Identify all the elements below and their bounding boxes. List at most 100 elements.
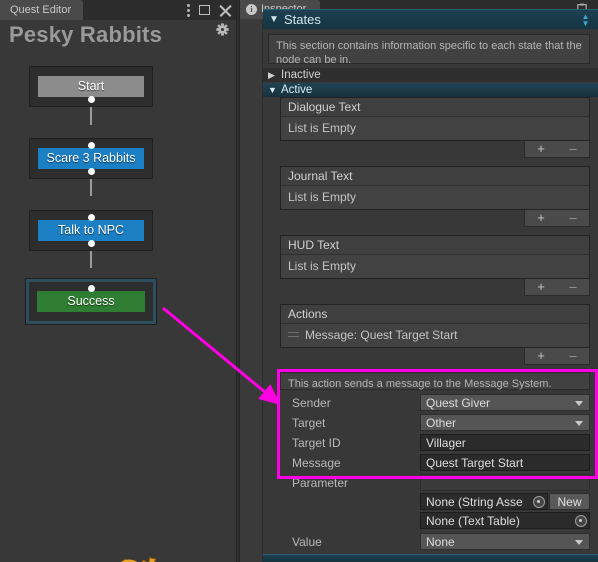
field-row-value: Value None [263,532,598,552]
value-label: Value [292,535,322,549]
gear-icon[interactable] [216,23,229,36]
target-id-value: Villager [426,436,466,450]
window-controls [187,0,232,20]
list-header: Journal Text [281,167,589,186]
add-button[interactable]: + [525,279,557,295]
list-header: HUD Text [281,236,589,255]
string-asset-value: None (String Asse [426,495,523,509]
parameter-input[interactable] [420,474,590,491]
value-value: None [426,535,455,549]
object-picker-icon[interactable] [533,496,545,508]
remove-button[interactable]: – [557,141,589,157]
graph-node-success[interactable]: Success [26,279,156,324]
list-dialogue-text[interactable]: Dialogue Text List is Empty [280,97,590,141]
quest-editor-panel: Quest Editor Pesky Rabbits Start Scare 3… [0,0,236,562]
actions-list-buttons: + – [524,348,590,365]
graph-node-scare-3-rabbits[interactable]: Scare 3 Rabbits [29,138,153,179]
kebab-menu-icon[interactable] [187,3,190,17]
list-item: List is Empty [281,186,589,209]
field-row-target: Target Other [263,413,598,433]
foldout-inactive[interactable]: ▶ Inactive [263,68,598,82]
list-hud-text[interactable]: HUD Text List is Empty [280,235,590,279]
target-label: Target [292,416,326,430]
add-button[interactable]: + [525,210,557,226]
states-section-header[interactable]: ▼ States ▲ ▼ [263,9,598,29]
value-dropdown[interactable]: None [420,533,590,550]
target-id-label: Target ID [292,436,341,450]
message-label: Message [292,456,341,470]
quest-editor-tabbar: Quest Editor [0,0,236,20]
node-port-out[interactable] [87,96,95,103]
list-actions[interactable]: Actions Message: Quest Target Start [280,304,590,348]
message-input[interactable]: Quest Target Start [420,454,590,471]
field-row-sender: Sender Quest Giver [263,393,598,413]
list-item: List is Empty [281,117,589,140]
hud-text-list-buttons: + – [524,279,590,296]
list-header: Actions [281,305,589,324]
node-port-in[interactable] [87,214,95,221]
remove-button[interactable]: – [557,279,589,295]
node-label: Start [38,76,144,97]
inspector-panel: i Inspector ▼ States ▲▼ This section con… [240,0,598,562]
sender-value: Quest Giver [426,396,491,410]
up-down-arrows-icon[interactable]: ▲ ▼ [581,13,590,28]
tab-quest-editor[interactable]: Quest Editor [0,0,84,20]
field-row-target-id: Target ID Villager [263,433,598,453]
new-string-asset-button[interactable]: New [549,493,590,510]
states-label: States [284,12,321,27]
graph-node-talk-to-npc[interactable]: Talk to NPC [29,210,153,251]
field-row-message: Message Quest Target Start [263,453,598,473]
message-value: Quest Target Start [426,456,524,470]
foldout-active[interactable]: ▼ Active [263,83,598,97]
journal-text-list-buttons: + – [524,210,590,227]
node-label: Talk to NPC [38,220,144,241]
remove-button[interactable]: – [557,348,589,364]
add-button[interactable]: + [525,348,557,364]
node-port-out[interactable] [87,168,95,175]
add-button[interactable]: + [525,141,557,157]
page-title: Pesky Rabbits [9,22,163,47]
inspector-content: This section contains information specif… [263,29,598,562]
chevron-down-icon: ▼ [269,14,279,25]
foldout-inactive-label: Inactive [281,69,321,81]
sender-dropdown[interactable]: Quest Giver [420,394,590,411]
list-journal-text[interactable]: Journal Text List is Empty [280,166,590,210]
sender-label: Sender [292,396,331,410]
field-row-parameter: Parameter [263,473,598,493]
dialogue-text-list-buttons: + – [524,141,590,158]
node-label: Scare 3 Rabbits [38,148,144,169]
target-id-input[interactable]: Villager [420,434,590,451]
node-label: Success [37,291,145,312]
string-asset-object-field[interactable]: None (String Asse [420,493,548,510]
parameter-label: Parameter [292,476,349,490]
list-item: List is Empty [281,255,589,278]
states-help-text: This section contains information specif… [268,34,590,66]
close-icon[interactable] [219,4,232,17]
action-label: Message: Quest Target Start [305,328,458,342]
remove-button[interactable]: – [557,210,589,226]
list-header: Dialogue Text [281,98,589,117]
bottom-section-header[interactable] [263,554,598,562]
drag-handle-icon[interactable] [288,332,299,338]
list-item-action[interactable]: Message: Quest Target Start [281,324,589,347]
node-port-out[interactable] [87,240,95,247]
chevron-right-icon: ▶ [268,70,275,80]
app-root: Quest Editor Pesky Rabbits Start Scare 3… [0,0,598,562]
text-table-object-field[interactable]: None (Text Table) [420,512,590,529]
node-graph-canvas[interactable]: Start Scare 3 Rabbits Talk to NPC Succes… [0,52,236,562]
target-dropdown[interactable]: Other [420,414,590,431]
node-port-in[interactable] [87,142,95,149]
chevron-down-icon: ▼ [268,85,277,95]
text-table-value: None (Text Table) [426,514,520,528]
target-value: Other [426,416,457,430]
info-icon: i [246,4,257,15]
graph-node-start[interactable]: Start [29,66,153,107]
chevron-down-icon [575,421,583,426]
quest-machine-logo: UEST MACHINE [120,557,157,562]
node-port-in[interactable] [87,285,95,292]
foldout-active-label: Active [281,84,313,96]
maximize-icon[interactable] [199,5,210,15]
action-help-text: This action sends a message to the Messa… [280,372,590,390]
object-picker-icon[interactable] [575,515,587,527]
chevron-down-icon [575,540,583,545]
